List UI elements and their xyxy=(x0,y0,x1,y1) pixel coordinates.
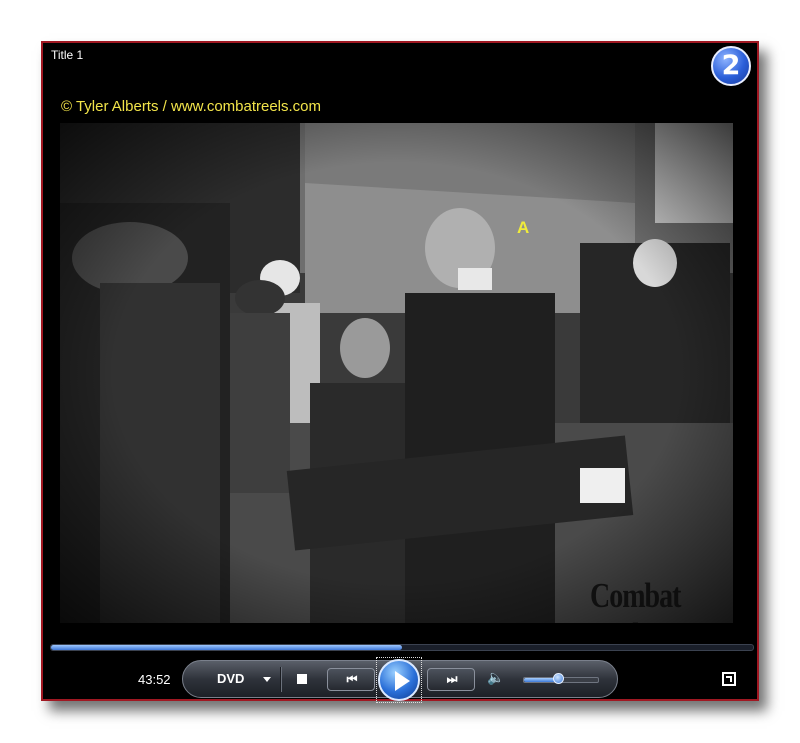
fullscreen-icon[interactable] xyxy=(722,672,736,686)
combat-reels-logo: Combat Reels xyxy=(590,577,681,623)
play-icon xyxy=(395,671,410,691)
divider xyxy=(280,667,282,692)
previous-button[interactable]: ⏮ xyxy=(327,668,375,691)
volume-handle[interactable] xyxy=(553,673,564,684)
seek-progress xyxy=(51,645,402,650)
chevron-down-icon[interactable] xyxy=(263,677,271,682)
copyright-watermark: © Tyler Alberts / www.combatreels.com xyxy=(61,98,322,115)
play-button[interactable] xyxy=(376,657,422,703)
video-scene-image xyxy=(60,123,733,623)
skip-forward-icon: ⏭ xyxy=(446,672,458,686)
dvd-menu-button[interactable]: DVD xyxy=(217,671,244,686)
speaker-icon[interactable]: 🔈 xyxy=(487,669,504,686)
window-title: Title 1 xyxy=(51,48,84,62)
skip-back-icon: ⏮ xyxy=(346,672,358,686)
stop-button[interactable] xyxy=(297,674,307,684)
video-frame[interactable]: A Combat Reels xyxy=(60,123,733,623)
elapsed-time: 43:52 xyxy=(138,672,171,687)
media-player-window: Title 1 2 A Combat © Tyler Alberts / www… xyxy=(41,41,759,703)
next-button[interactable]: ⏭ xyxy=(427,668,475,691)
seek-bar[interactable] xyxy=(50,644,754,651)
play-circle xyxy=(378,659,420,701)
transport-controls: DVD ⏮ ⏭ 🔈 xyxy=(182,657,618,703)
overlay-marker: A xyxy=(517,218,530,237)
number-badge: 2 xyxy=(711,46,751,86)
